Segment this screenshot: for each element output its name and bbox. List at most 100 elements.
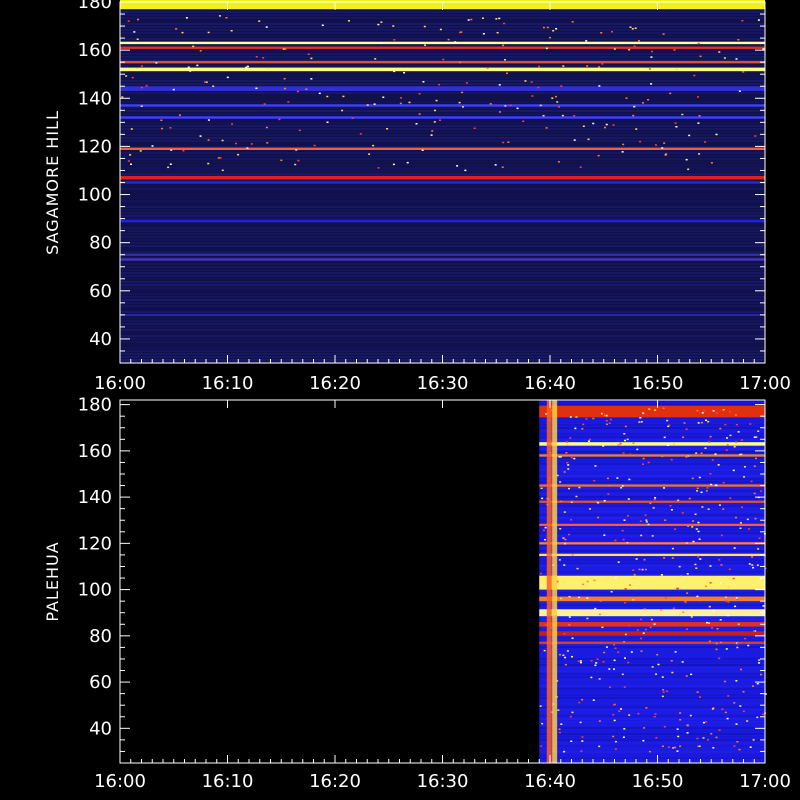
speckle <box>648 750 651 753</box>
speckle <box>703 410 706 412</box>
texture-row <box>539 745 765 747</box>
speckle <box>582 423 585 426</box>
speckle <box>663 142 666 144</box>
speckle <box>538 65 541 68</box>
speckle <box>562 65 565 67</box>
speckle <box>278 118 281 121</box>
texture-row <box>539 430 765 432</box>
texture-row <box>120 326 765 328</box>
speckle <box>689 714 692 717</box>
speckle <box>392 25 395 27</box>
speckle <box>127 160 130 162</box>
speckle <box>637 712 640 715</box>
speckle <box>562 654 565 657</box>
speckle <box>359 133 362 135</box>
speckle <box>697 422 700 424</box>
speckle <box>623 439 626 442</box>
speckle <box>136 18 139 21</box>
speckle <box>639 520 642 522</box>
texture-row <box>120 167 765 169</box>
speckle <box>695 452 698 454</box>
speckle <box>685 675 688 677</box>
speckle <box>681 512 684 514</box>
speckle <box>751 556 754 558</box>
speckle <box>752 566 755 569</box>
vline <box>546 400 552 763</box>
speckle <box>708 441 711 443</box>
speckle <box>727 614 730 617</box>
speckle <box>706 621 709 624</box>
speckle <box>683 422 686 424</box>
speckle <box>684 601 687 604</box>
texture-row <box>539 742 765 744</box>
speckle <box>754 457 757 460</box>
speckle <box>136 67 139 70</box>
speckle <box>728 568 731 571</box>
speckle <box>422 81 425 83</box>
speckle <box>581 428 584 430</box>
speckle <box>627 661 630 664</box>
speckle <box>662 407 665 410</box>
texture-row <box>120 98 765 100</box>
texture-row <box>120 143 765 145</box>
speckle <box>571 554 574 556</box>
speckle <box>543 538 546 541</box>
speckle <box>742 71 745 73</box>
speckle <box>613 48 616 50</box>
speckle <box>559 527 562 530</box>
speckle <box>561 114 564 117</box>
speckle <box>418 113 421 115</box>
speckle <box>602 661 605 663</box>
speckle <box>711 459 714 461</box>
speckle <box>722 582 725 585</box>
texture-row <box>539 739 765 741</box>
texture-row <box>539 748 765 750</box>
speckle <box>169 163 172 165</box>
speckle <box>754 135 757 137</box>
speckle <box>678 613 681 616</box>
speckle <box>465 82 468 84</box>
speckle <box>509 104 512 106</box>
speckle <box>736 598 739 601</box>
speckle <box>616 477 619 479</box>
speckle <box>756 682 759 685</box>
texture-row <box>539 490 765 492</box>
speckle <box>633 574 636 576</box>
texture-row <box>539 673 765 675</box>
speckle <box>727 695 730 697</box>
speckle <box>181 31 184 34</box>
speckle <box>693 74 696 77</box>
speckle <box>199 50 202 52</box>
speckle <box>622 143 625 146</box>
texture-row <box>120 74 765 76</box>
speckle <box>698 476 701 479</box>
speckle <box>715 133 718 136</box>
speckle <box>461 106 464 108</box>
speckle <box>607 493 610 495</box>
speckle <box>265 26 268 28</box>
speckle <box>199 135 202 137</box>
speckle <box>125 75 128 77</box>
x-tick-label: 16:10 <box>202 373 254 394</box>
speckle <box>530 81 533 83</box>
speckle <box>720 534 723 537</box>
y-tick-label: 120 <box>78 136 112 157</box>
speckle <box>574 427 577 430</box>
speckle <box>594 664 597 667</box>
texture-row <box>120 305 765 307</box>
speckle <box>578 701 581 704</box>
speckle <box>552 29 555 32</box>
speckle <box>666 690 669 693</box>
speckle <box>456 165 459 167</box>
speckle <box>573 457 576 460</box>
speckle <box>612 735 615 738</box>
speckle <box>589 508 592 510</box>
speckle <box>748 563 751 565</box>
speckle <box>647 461 650 464</box>
speckle <box>740 668 743 671</box>
speckle <box>569 416 572 418</box>
speckle <box>652 507 655 509</box>
speckle <box>686 592 689 594</box>
speckle <box>593 579 596 582</box>
speckle <box>747 644 750 647</box>
